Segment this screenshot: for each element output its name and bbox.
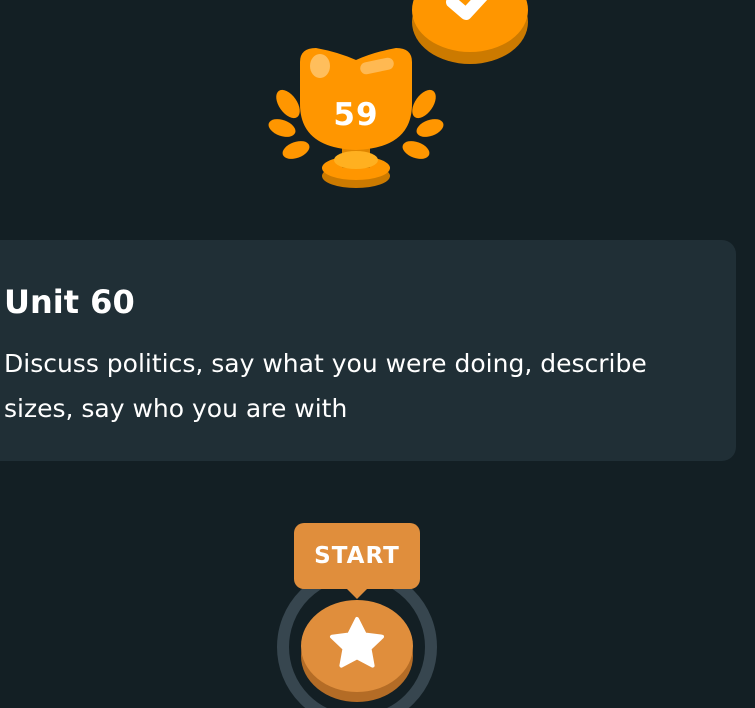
start-tooltip[interactable]: START bbox=[294, 523, 420, 599]
unit-trophy[interactable]: 59 bbox=[268, 42, 444, 192]
unit-header-card: Unit 60 Discuss politics, say what you w… bbox=[0, 240, 736, 461]
unit-title: Unit 60 bbox=[4, 283, 135, 321]
trophy-unit-number: 59 bbox=[333, 97, 379, 133]
learning-path-page: 59 Unit 60 Discuss politics, say what yo… bbox=[0, 0, 755, 708]
unit-description: Discuss politics, say what you were doin… bbox=[4, 349, 647, 423]
